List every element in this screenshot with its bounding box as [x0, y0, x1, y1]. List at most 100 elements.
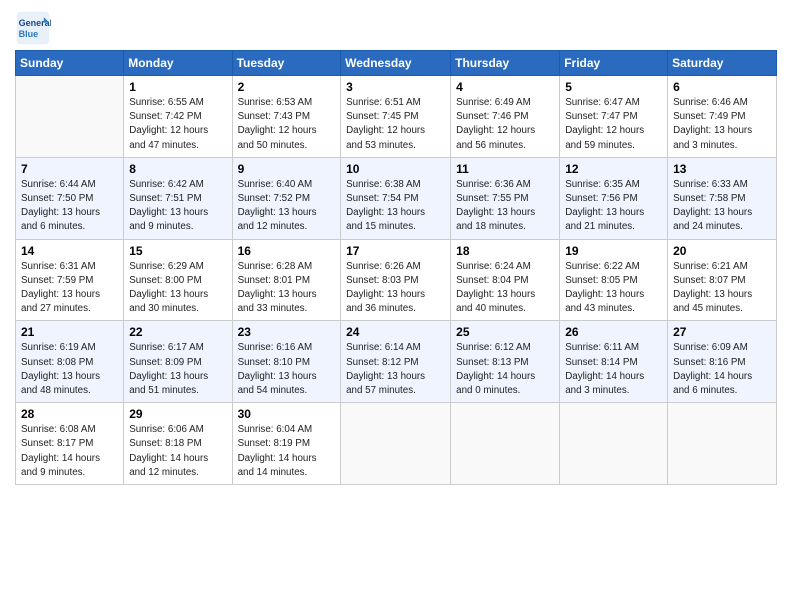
- day-number: 17: [346, 244, 445, 258]
- calendar-cell: 6 Sunrise: 6:46 AM Sunset: 7:49 PM Daylig…: [668, 76, 777, 158]
- calendar-cell: 18 Sunrise: 6:24 AM Sunset: 8:04 PM Dayli…: [451, 239, 560, 321]
- day-info: Sunrise: 6:47 AM Sunset: 7:47 PM Dayligh…: [565, 96, 662, 153]
- day-info: Sunrise: 6:38 AM Sunset: 7:54 PM Dayligh…: [346, 178, 445, 235]
- day-info: Sunrise: 6:55 AM Sunset: 7:42 PM Dayligh…: [129, 96, 226, 153]
- calendar-cell: 1 Sunrise: 6:55 AM Sunset: 7:42 PM Daylig…: [124, 76, 232, 158]
- day-info: Sunrise: 6:40 AM Sunset: 7:52 PM Dayligh…: [238, 178, 336, 235]
- calendar-cell: 13 Sunrise: 6:33 AM Sunset: 7:58 PM Dayli…: [668, 157, 777, 239]
- calendar-cell: 23 Sunrise: 6:16 AM Sunset: 8:10 PM Dayli…: [232, 321, 341, 403]
- calendar-cell: 24 Sunrise: 6:14 AM Sunset: 8:12 PM Dayli…: [341, 321, 451, 403]
- calendar-week-row: 21 Sunrise: 6:19 AM Sunset: 8:08 PM Dayli…: [16, 321, 777, 403]
- day-info: Sunrise: 6:26 AM Sunset: 8:03 PM Dayligh…: [346, 260, 445, 317]
- day-number: 8: [129, 162, 226, 176]
- calendar-cell: [341, 403, 451, 485]
- calendar-cell: 4 Sunrise: 6:49 AM Sunset: 7:46 PM Daylig…: [451, 76, 560, 158]
- day-number: 3: [346, 80, 445, 94]
- calendar-cell: 12Sunrise: 6:35 AM Sunset: 7:56 PM Dayli…: [560, 157, 668, 239]
- day-info: Sunrise: 6:33 AM Sunset: 7:58 PM Dayligh…: [673, 178, 771, 235]
- day-number: 16: [238, 244, 336, 258]
- day-info: Sunrise: 6:19 AM Sunset: 8:08 PM Dayligh…: [21, 341, 118, 398]
- day-number: 1: [129, 80, 226, 94]
- calendar-cell: 7 Sunrise: 6:44 AM Sunset: 7:50 PM Daylig…: [16, 157, 124, 239]
- calendar-cell: 30Sunrise: 6:04 AM Sunset: 8:19 PM Dayli…: [232, 403, 341, 485]
- day-number: 7: [21, 162, 118, 176]
- page-container: General Blue SundayMondayTuesdayWednesda…: [0, 0, 792, 495]
- weekday-header-monday: Monday: [124, 51, 232, 76]
- day-number: 27: [673, 325, 771, 339]
- calendar-cell: 29 Sunrise: 6:06 AM Sunset: 8:18 PM Dayli…: [124, 403, 232, 485]
- calendar-cell: 22Sunrise: 6:17 AM Sunset: 8:09 PM Dayli…: [124, 321, 232, 403]
- day-number: 21: [21, 325, 118, 339]
- calendar-cell: [668, 403, 777, 485]
- calendar-week-row: 28 Sunrise: 6:08 AM Sunset: 8:17 PM Dayli…: [16, 403, 777, 485]
- day-number: 10: [346, 162, 445, 176]
- day-number: 2: [238, 80, 336, 94]
- day-number: 25: [456, 325, 554, 339]
- day-info: Sunrise: 6:22 AM Sunset: 8:05 PM Dayligh…: [565, 260, 662, 317]
- calendar-cell: 25 Sunrise: 6:12 AM Sunset: 8:13 PM Dayli…: [451, 321, 560, 403]
- day-number: 5: [565, 80, 662, 94]
- weekday-header-friday: Friday: [560, 51, 668, 76]
- logo: General Blue: [15, 10, 55, 46]
- day-info: Sunrise: 6:46 AM Sunset: 7:49 PM Dayligh…: [673, 96, 771, 153]
- day-info: Sunrise: 6:35 AM Sunset: 7:56 PM Dayligh…: [565, 178, 662, 235]
- weekday-header-thursday: Thursday: [451, 51, 560, 76]
- day-number: 15: [129, 244, 226, 258]
- day-info: Sunrise: 6:09 AM Sunset: 8:16 PM Dayligh…: [673, 341, 771, 398]
- day-number: 9: [238, 162, 336, 176]
- calendar-cell: 9 Sunrise: 6:40 AM Sunset: 7:52 PM Daylig…: [232, 157, 341, 239]
- calendar-cell: [560, 403, 668, 485]
- calendar-cell: 20 Sunrise: 6:21 AM Sunset: 8:07 PM Dayli…: [668, 239, 777, 321]
- weekday-header-saturday: Saturday: [668, 51, 777, 76]
- calendar-cell: [16, 76, 124, 158]
- calendar-table: SundayMondayTuesdayWednesdayThursdayFrid…: [15, 50, 777, 485]
- calendar-cell: 10 Sunrise: 6:38 AM Sunset: 7:54 PM Dayli…: [341, 157, 451, 239]
- calendar-week-row: 7 Sunrise: 6:44 AM Sunset: 7:50 PM Daylig…: [16, 157, 777, 239]
- day-info: Sunrise: 6:16 AM Sunset: 8:10 PM Dayligh…: [238, 341, 336, 398]
- day-info: Sunrise: 6:14 AM Sunset: 8:12 PM Dayligh…: [346, 341, 445, 398]
- day-info: Sunrise: 6:49 AM Sunset: 7:46 PM Dayligh…: [456, 96, 554, 153]
- calendar-cell: 19Sunrise: 6:22 AM Sunset: 8:05 PM Dayli…: [560, 239, 668, 321]
- day-info: Sunrise: 6:42 AM Sunset: 7:51 PM Dayligh…: [129, 178, 226, 235]
- calendar-cell: 14 Sunrise: 6:31 AM Sunset: 7:59 PM Dayli…: [16, 239, 124, 321]
- calendar-cell: 17 Sunrise: 6:26 AM Sunset: 8:03 PM Dayli…: [341, 239, 451, 321]
- day-number: 11: [456, 162, 554, 176]
- day-number: 26: [565, 325, 662, 339]
- calendar-cell: 2Sunrise: 6:53 AM Sunset: 7:43 PM Daylig…: [232, 76, 341, 158]
- day-info: Sunrise: 6:08 AM Sunset: 8:17 PM Dayligh…: [21, 423, 118, 480]
- svg-text:Blue: Blue: [19, 29, 39, 39]
- calendar-cell: 26Sunrise: 6:11 AM Sunset: 8:14 PM Dayli…: [560, 321, 668, 403]
- day-number: 28: [21, 407, 118, 421]
- day-info: Sunrise: 6:21 AM Sunset: 8:07 PM Dayligh…: [673, 260, 771, 317]
- day-number: 24: [346, 325, 445, 339]
- day-info: Sunrise: 6:36 AM Sunset: 7:55 PM Dayligh…: [456, 178, 554, 235]
- day-info: Sunrise: 6:44 AM Sunset: 7:50 PM Dayligh…: [21, 178, 118, 235]
- calendar-cell: 27 Sunrise: 6:09 AM Sunset: 8:16 PM Dayli…: [668, 321, 777, 403]
- calendar-cell: 11 Sunrise: 6:36 AM Sunset: 7:55 PM Dayli…: [451, 157, 560, 239]
- day-info: Sunrise: 6:24 AM Sunset: 8:04 PM Dayligh…: [456, 260, 554, 317]
- day-number: 13: [673, 162, 771, 176]
- day-info: Sunrise: 6:06 AM Sunset: 8:18 PM Dayligh…: [129, 423, 226, 480]
- day-info: Sunrise: 6:17 AM Sunset: 8:09 PM Dayligh…: [129, 341, 226, 398]
- calendar-cell: 5 Sunrise: 6:47 AM Sunset: 7:47 PM Daylig…: [560, 76, 668, 158]
- day-number: 4: [456, 80, 554, 94]
- day-number: 18: [456, 244, 554, 258]
- day-info: Sunrise: 6:29 AM Sunset: 8:00 PM Dayligh…: [129, 260, 226, 317]
- day-info: Sunrise: 6:12 AM Sunset: 8:13 PM Dayligh…: [456, 341, 554, 398]
- calendar-cell: [451, 403, 560, 485]
- day-number: 6: [673, 80, 771, 94]
- day-info: Sunrise: 6:31 AM Sunset: 7:59 PM Dayligh…: [21, 260, 118, 317]
- day-number: 23: [238, 325, 336, 339]
- calendar-cell: 16Sunrise: 6:28 AM Sunset: 8:01 PM Dayli…: [232, 239, 341, 321]
- day-number: 29: [129, 407, 226, 421]
- calendar-cell: 15 Sunrise: 6:29 AM Sunset: 8:00 PM Dayli…: [124, 239, 232, 321]
- logo-icon: General Blue: [15, 10, 51, 46]
- weekday-header-sunday: Sunday: [16, 51, 124, 76]
- weekday-header-row: SundayMondayTuesdayWednesdayThursdayFrid…: [16, 51, 777, 76]
- header: General Blue: [15, 10, 777, 46]
- weekday-header-wednesday: Wednesday: [341, 51, 451, 76]
- day-number: 20: [673, 244, 771, 258]
- weekday-header-tuesday: Tuesday: [232, 51, 341, 76]
- calendar-cell: 21 Sunrise: 6:19 AM Sunset: 8:08 PM Dayli…: [16, 321, 124, 403]
- day-number: 14: [21, 244, 118, 258]
